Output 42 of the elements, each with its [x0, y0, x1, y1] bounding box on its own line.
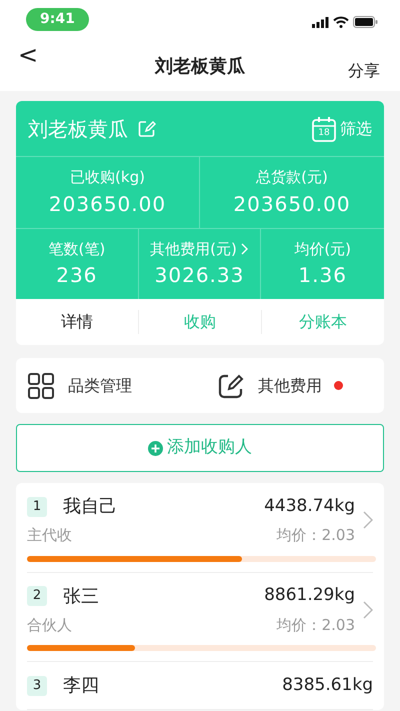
plus-icon — [148, 440, 163, 456]
stat-value: 3026.33 — [154, 262, 246, 290]
chevron-icon[interactable] — [363, 511, 373, 530]
chevron-icon[interactable] — [363, 600, 373, 619]
menu-item[interactable]: 品类管理 — [16, 372, 194, 398]
rank-number: 2 — [27, 586, 47, 606]
stat-label: 总货款(元) — [256, 167, 328, 188]
buyer-weight: 8861.29kg — [264, 584, 355, 608]
wifi-icon — [333, 16, 349, 28]
stat-value: 203650.00 — [232, 190, 352, 218]
stat-label: 笔数(笔) — [48, 238, 106, 260]
buyer-weight: 8385.61kg — [282, 674, 373, 697]
page-title: 刘老板黄瓜 — [155, 55, 245, 79]
edit-icon[interactable] — [138, 120, 156, 138]
buyer-name: 张三 — [63, 584, 99, 608]
stat-label: 均价(元) — [294, 238, 352, 260]
buyer-weight: 4438.74kg — [264, 494, 355, 518]
grid-icon — [28, 372, 54, 398]
stat-value: 1.36 — [297, 262, 348, 290]
buyer-role: 主代收 — [27, 525, 72, 546]
stat-label: 已收购(kg) — [70, 167, 145, 188]
tab[interactable]: 详情 — [16, 310, 139, 334]
buyer-name: 我自己 — [63, 495, 117, 519]
share-button[interactable]: 分享 — [348, 59, 380, 83]
buyer-name: 李四 — [63, 674, 99, 698]
card-title: 刘老板黄瓜 — [28, 116, 128, 142]
rank-number: 3 — [27, 676, 47, 696]
average-price: 均价：2.03 — [276, 525, 355, 546]
back-button[interactable]: < — [14, 41, 42, 70]
buyer-role: 合伙人 — [27, 614, 72, 636]
average-price: 均价：2.03 — [276, 614, 355, 636]
stat-value: 236 — [55, 262, 98, 290]
signal-icon — [312, 16, 329, 28]
menu-item[interactable]: 其他费用 — [194, 372, 384, 398]
calendar-icon — [312, 116, 336, 142]
stat-label: 其他费用(元) — [150, 238, 237, 260]
calendar-day: 18 — [312, 126, 336, 138]
battery-icon — [353, 16, 378, 28]
stat-value: 203650.00 — [48, 190, 168, 218]
rank-number: 1 — [27, 496, 47, 516]
edit-icon — [218, 372, 244, 398]
status-time: 9:41 — [26, 8, 89, 31]
